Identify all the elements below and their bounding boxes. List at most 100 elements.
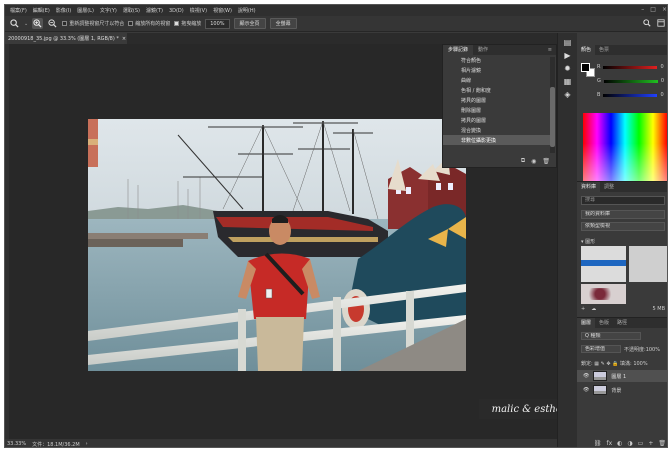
library-section-graphics[interactable]: ▾ 圖形 — [581, 238, 595, 245]
link-icon[interactable]: ⛓ — [594, 440, 602, 447]
status-arrow-icon[interactable]: › — [86, 441, 88, 447]
tool-preset-dropdown-icon[interactable]: ⌄ — [24, 21, 28, 27]
menu-select[interactable]: 選取(S) — [120, 7, 143, 14]
layer-kind-filter[interactable]: Q 種類 — [581, 332, 641, 340]
history-item[interactable]: 色相 / 飽和度 — [443, 85, 551, 95]
zoom-in-icon[interactable] — [32, 18, 44, 29]
history-item[interactable]: 符合顏色 — [443, 55, 551, 65]
layers-icon[interactable]: ◈ — [564, 90, 570, 99]
workspace-icon[interactable] — [657, 19, 665, 29]
opacity-control[interactable]: 不透明度:100% — [624, 346, 660, 353]
blend-mode-select[interactable]: 色彩增值 — [581, 345, 621, 353]
adjustment-icon[interactable]: ◑ — [627, 440, 632, 447]
resize-windows-option[interactable]: 重新調整視窗尺寸以符合 — [62, 20, 124, 27]
lock-all-icon[interactable]: 🔒 — [612, 361, 618, 367]
blue-slider[interactable] — [603, 93, 658, 97]
color-swatches[interactable] — [581, 63, 595, 77]
menu-type[interactable]: 文字(Y) — [97, 7, 120, 14]
menu-layer[interactable]: 圖層(L) — [74, 7, 97, 14]
library-asset-thumb[interactable] — [629, 246, 667, 282]
layer-row-selected[interactable]: 👁 圖層 1 — [577, 370, 667, 382]
foreground-color-swatch[interactable] — [581, 63, 590, 72]
history-item-selected[interactable]: 非數位攝影更換 — [443, 135, 551, 145]
blue-value[interactable]: 0 — [660, 92, 663, 98]
fit-screen-button[interactable]: 顯示全頁 — [233, 18, 266, 29]
zoom-level[interactable]: 33.33% — [7, 441, 26, 447]
menu-image[interactable]: 影像(I) — [53, 7, 74, 14]
tab-layers[interactable]: 圖層 — [577, 318, 596, 328]
scrubby-zoom-checkbox[interactable] — [174, 21, 180, 26]
lock-paint-icon[interactable]: ✎ — [601, 361, 605, 367]
menu-3d[interactable]: 3D(D) — [166, 8, 187, 14]
menu-view[interactable]: 檢視(V) — [187, 7, 210, 14]
resize-windows-checkbox[interactable] — [62, 21, 68, 26]
camera-icon[interactable]: ◉ — [531, 158, 536, 165]
history-item[interactable]: 拷貝的圖層 — [443, 95, 551, 105]
library-select[interactable]: 我的資料庫 — [581, 210, 665, 219]
fill-screen-button[interactable]: 全螢幕 — [269, 18, 297, 29]
menu-filter[interactable]: 濾鏡(T) — [143, 7, 166, 14]
green-value[interactable]: 0 — [661, 78, 664, 84]
tab-adjustments[interactable]: 調整 — [600, 182, 618, 192]
zoom-tool-icon[interactable] — [9, 18, 20, 29]
document-photo[interactable] — [88, 119, 466, 371]
delete-layer-icon[interactable]: 🗑 — [658, 440, 666, 447]
tab-history[interactable]: 步驟記錄 — [443, 45, 474, 55]
library-search-input[interactable]: 搜尋 — [581, 196, 665, 205]
tab-libraries[interactable]: 資料庫 — [577, 182, 601, 192]
history-item[interactable]: 刪除圖層 — [443, 105, 551, 115]
layer-name[interactable]: 背景 — [611, 387, 621, 394]
search-icon[interactable] — [643, 19, 651, 29]
close-tab-icon[interactable]: × — [122, 36, 126, 42]
zoom-100-button[interactable]: 100% — [205, 18, 230, 29]
color-spectrum[interactable] — [583, 113, 667, 189]
scroll-thumb[interactable] — [550, 87, 555, 147]
lock-position-icon[interactable]: ✥ — [606, 361, 610, 367]
eye-icon[interactable]: 👁 — [583, 373, 589, 379]
document-tab[interactable]: 20000918_35.jpg @ 33.3% (圖層 1, RGB/8) * … — [5, 33, 127, 44]
zoom-all-windows-checkbox[interactable] — [128, 21, 134, 26]
tab-paths[interactable]: 路徑 — [613, 318, 631, 328]
tab-color[interactable]: 顏色 — [577, 45, 596, 55]
lock-transparency-icon[interactable]: ▦ — [594, 361, 599, 367]
tab-channels[interactable]: 色版 — [595, 318, 613, 328]
history-icon[interactable]: ▤ — [564, 38, 572, 47]
menu-edit[interactable]: 編輯(E) — [30, 7, 53, 14]
scrubby-zoom-option[interactable]: 拖曳縮放 — [174, 20, 201, 27]
library-asset-thumb[interactable] — [581, 246, 626, 282]
new-document-from-state-icon[interactable]: ⧉ — [521, 157, 525, 165]
red-slider[interactable] — [603, 65, 658, 69]
maximize-icon[interactable]: □ — [650, 6, 656, 13]
tab-swatches[interactable]: 色票 — [595, 45, 613, 55]
library-asset-thumb[interactable] — [581, 284, 626, 304]
red-value[interactable]: 0 — [660, 64, 663, 70]
minimize-icon[interactable]: – — [641, 6, 644, 13]
layer-name[interactable]: 圖層 1 — [611, 373, 626, 380]
eye-icon[interactable]: 👁 — [583, 387, 589, 393]
menu-file[interactable]: 檔案(F) — [7, 7, 30, 14]
history-item[interactable]: 混合變換 — [443, 125, 551, 135]
green-slider[interactable] — [603, 79, 658, 83]
menu-help[interactable]: 說明(H) — [235, 7, 259, 14]
cloud-icon[interactable]: ☁ — [591, 306, 596, 312]
new-layer-icon[interactable]: + — [648, 440, 653, 447]
play-icon[interactable]: ▶ — [564, 51, 570, 60]
folder-icon[interactable]: ▭ — [638, 440, 644, 447]
history-item[interactable]: 相片濾鏡 — [443, 65, 551, 75]
opacity-value[interactable]: 100% — [646, 347, 660, 353]
zoom-out-icon[interactable] — [47, 18, 58, 29]
menu-window[interactable]: 視窗(W) — [210, 7, 235, 14]
sun-icon[interactable]: ✹ — [564, 64, 571, 73]
layer-row[interactable]: 👁 背景 — [577, 384, 667, 396]
trash-icon[interactable]: 🗑 — [542, 158, 550, 165]
library-view-select[interactable]: 依類型檢視 — [581, 222, 665, 231]
history-item[interactable]: 拷貝的圖層 — [443, 115, 551, 125]
fx-icon[interactable]: fx — [607, 440, 613, 447]
panel-menu-icon[interactable]: ≡ — [548, 47, 556, 53]
fill-value[interactable]: 100% — [633, 361, 647, 367]
close-icon[interactable]: × — [662, 6, 667, 13]
mask-icon[interactable]: ◐ — [617, 440, 622, 447]
levels-icon[interactable]: ▦ — [564, 77, 572, 86]
history-item[interactable]: 曲線 — [443, 75, 551, 85]
zoom-all-windows-option[interactable]: 縮放所有的視窗 — [128, 20, 170, 27]
